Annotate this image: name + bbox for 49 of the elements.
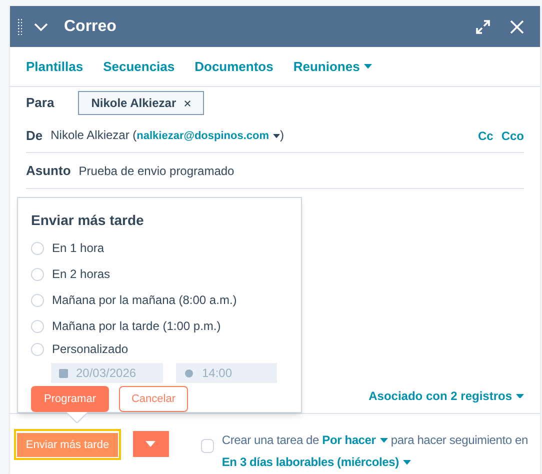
task-checkbox[interactable] <box>200 439 214 453</box>
chevron-down-icon[interactable] <box>34 22 48 32</box>
field-label: De <box>26 126 43 145</box>
alarm-clock-icon <box>184 368 194 378</box>
radio-label[interactable]: En 2 horas <box>52 265 110 283</box>
radio-label[interactable]: Mañana por la tarde (1:00 p.m.) <box>52 317 221 335</box>
caret-icon <box>364 64 372 69</box>
subject-field[interactable]: Prueba de envio programado <box>78 162 234 180</box>
recipient-chip[interactable]: Nikole Alkiezar <box>78 91 204 115</box>
sender-text: Nikole Alkiezar (nalkiezar@dospinos.com ) <box>50 127 284 144</box>
task-date-link[interactable]: En 3 días laborables (miércoles) <box>222 455 411 469</box>
radio-button[interactable] <box>31 294 44 306</box>
caret-icon <box>380 438 388 444</box>
expand-icon[interactable] <box>476 20 490 34</box>
send-options-button[interactable] <box>133 431 169 457</box>
toolbar-tab[interactable]: Plantillas <box>26 56 84 76</box>
remove-icon[interactable] <box>184 100 192 106</box>
caret-icon <box>516 394 524 398</box>
radio-button[interactable] <box>31 242 44 254</box>
window-title: Correo <box>64 16 116 36</box>
follow-up-task-text: Crear una tarea de Por hacer para hacer seguimiento en En 3 días laborables (miércoles) <box>222 432 529 471</box>
radio-button[interactable] <box>31 320 44 332</box>
field-label: Asunto <box>26 162 71 180</box>
task-type-link[interactable]: Por hacer <box>322 433 388 447</box>
close-icon[interactable] <box>510 20 524 34</box>
toolbar-tab[interactable]: Documentos <box>194 56 274 76</box>
caret-icon <box>273 134 280 138</box>
toolbar-tab[interactable]: Reuniones <box>293 56 372 76</box>
date-field[interactable]: 20/03/2026 <box>51 363 163 383</box>
radio-label[interactable]: Personalizado <box>52 340 128 358</box>
caret-down-icon <box>145 441 156 447</box>
drag-handle-icon <box>18 18 22 34</box>
bcc-link[interactable]: Cco <box>501 126 524 144</box>
sender-email-link[interactable]: nalkiezar@dospinos.com <box>136 130 280 142</box>
radio-label[interactable]: Mañana por la mañana (8:00 a.m.) <box>52 291 237 309</box>
cancel-button[interactable]: Cancelar <box>119 386 188 412</box>
schedule-button[interactable]: Programar <box>31 386 109 412</box>
calendar-icon <box>59 368 68 378</box>
radio-button[interactable] <box>31 342 44 356</box>
associated-records-link[interactable]: Asociado con 2 registros <box>368 387 524 405</box>
send-later-button[interactable]: Enviar más tarde <box>17 433 118 458</box>
radio-label[interactable]: En 1 hora <box>52 239 104 257</box>
toolbar-tab[interactable]: Secuencias <box>103 56 175 76</box>
cc-link[interactable]: Cc <box>478 126 494 144</box>
caret-icon <box>402 460 411 466</box>
time-field[interactable]: 14:00 <box>176 363 277 383</box>
popover-title: Enviar más tarde <box>31 211 145 230</box>
radio-button[interactable] <box>31 268 44 280</box>
field-label: Para <box>26 94 54 112</box>
